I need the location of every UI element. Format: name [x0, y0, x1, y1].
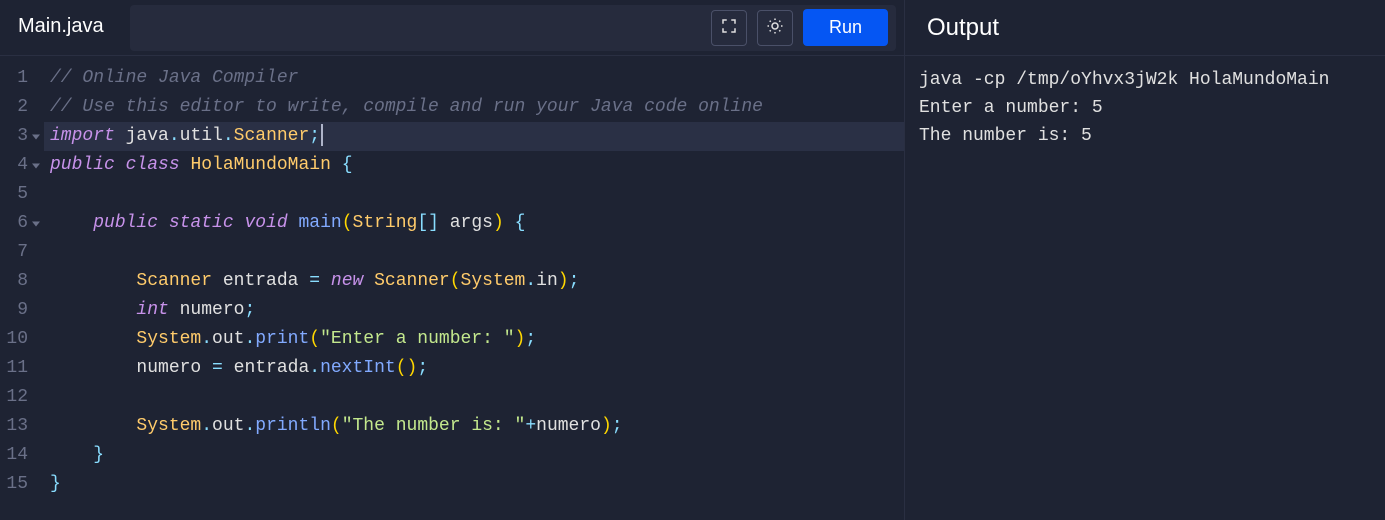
gutter-line: 15: [0, 470, 38, 499]
code-line[interactable]: System.out.print("Enter a number: ");: [44, 325, 904, 354]
code-line[interactable]: [44, 383, 904, 412]
gutter-line: 9: [0, 296, 38, 325]
code-line[interactable]: [44, 180, 904, 209]
gutter-line: 8: [0, 267, 38, 296]
app-root: Main.java: [0, 0, 1385, 520]
code-line[interactable]: public class HolaMundoMain {: [44, 151, 904, 180]
gutter-line: 4: [0, 151, 38, 180]
gutter-line: 3: [0, 122, 38, 151]
code-line[interactable]: }: [44, 441, 904, 470]
editor-toolbar: Run: [130, 5, 896, 51]
editor-header: Main.java: [0, 0, 904, 56]
gutter-line: 5: [0, 180, 38, 209]
output-pane: Output java -cp /tmp/oYhvx3jW2k HolaMund…: [905, 0, 1385, 520]
gutter-line: 6: [0, 209, 38, 238]
fullscreen-button[interactable]: [711, 10, 747, 46]
code-line[interactable]: int numero;: [44, 296, 904, 325]
code-line[interactable]: System.out.println("The number is: "+num…: [44, 412, 904, 441]
gutter-line: 13: [0, 412, 38, 441]
fold-marker-icon[interactable]: [32, 221, 40, 226]
output-title: Output: [905, 0, 1385, 56]
output-console[interactable]: java -cp /tmp/oYhvx3jW2k HolaMundoMain E…: [905, 56, 1385, 520]
gutter-line: 11: [0, 354, 38, 383]
gutter-line: 7: [0, 238, 38, 267]
fullscreen-icon: [720, 17, 738, 38]
editor-pane: Main.java: [0, 0, 905, 520]
sun-icon: [766, 17, 784, 38]
text-cursor: [321, 124, 323, 146]
line-gutter: 123456789101112131415: [0, 64, 44, 520]
gutter-line: 1: [0, 64, 38, 93]
file-tab[interactable]: Main.java: [0, 0, 122, 55]
run-button[interactable]: Run: [803, 9, 888, 46]
theme-toggle-button[interactable]: [757, 10, 793, 46]
code-line[interactable]: // Online Java Compiler: [44, 64, 904, 93]
gutter-line: 2: [0, 93, 38, 122]
code-line[interactable]: numero = entrada.nextInt();: [44, 354, 904, 383]
fold-marker-icon[interactable]: [32, 163, 40, 168]
gutter-line: 12: [0, 383, 38, 412]
code-line[interactable]: }: [44, 470, 904, 499]
code-area[interactable]: // Online Java Compiler// Use this edito…: [44, 64, 904, 520]
fold-marker-icon[interactable]: [32, 134, 40, 139]
code-line[interactable]: [44, 238, 904, 267]
gutter-line: 10: [0, 325, 38, 354]
code-line[interactable]: // Use this editor to write, compile and…: [44, 93, 904, 122]
gutter-line: 14: [0, 441, 38, 470]
code-line[interactable]: public static void main(String[] args) {: [44, 209, 904, 238]
code-editor[interactable]: 123456789101112131415 // Online Java Com…: [0, 56, 904, 520]
code-line[interactable]: Scanner entrada = new Scanner(System.in)…: [44, 267, 904, 296]
